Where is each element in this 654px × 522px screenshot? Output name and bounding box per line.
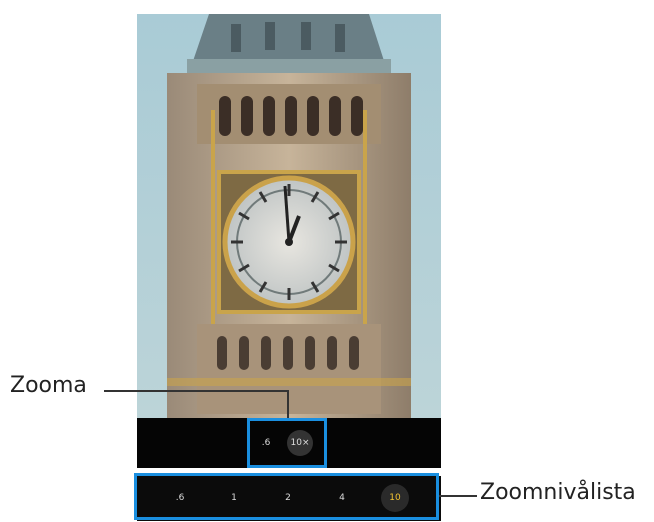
camera-viewfinder[interactable] bbox=[137, 14, 441, 418]
clock-tower-photo bbox=[137, 14, 441, 418]
zoom-list-callout-line bbox=[439, 495, 477, 497]
zoom-list-callout-label: Zoomnivålista bbox=[480, 480, 636, 505]
zoom-callout-line bbox=[104, 390, 288, 392]
zoom-callout-line-vertical bbox=[287, 390, 289, 418]
zoom-list-callout-box bbox=[134, 473, 439, 520]
zoom-callout-box bbox=[247, 418, 327, 468]
zoom-callout-label: Zooma bbox=[10, 373, 87, 398]
